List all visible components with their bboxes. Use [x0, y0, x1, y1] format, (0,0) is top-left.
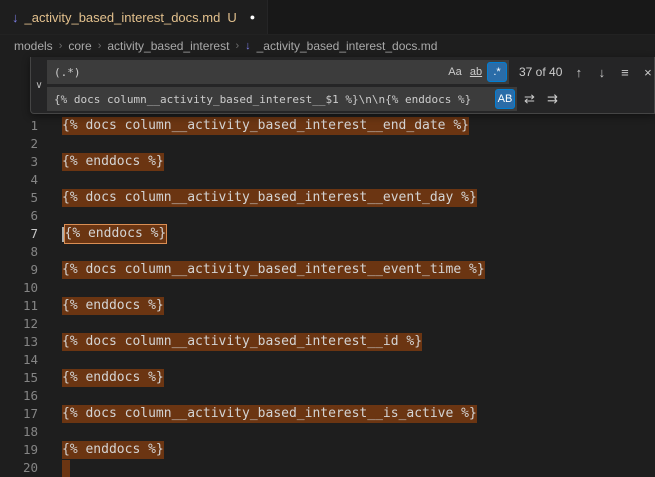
replace-button[interactable]: ⇄ [519, 89, 540, 110]
regex-toggle[interactable]: .* [487, 62, 507, 82]
breadcrumb: models › core › activity_based_interest … [0, 35, 655, 57]
tab-title: _activity_based_interest_docs.md [25, 10, 221, 25]
next-match-button[interactable]: ↓ [591, 62, 612, 83]
editor-line[interactable]: 2 [0, 135, 655, 153]
editor-line[interactable]: 18 [0, 423, 655, 441]
editor-tab[interactable]: ↓ _activity_based_interest_docs.md U ● [0, 0, 268, 34]
editor-line[interactable]: 14 [0, 351, 655, 369]
results-count: 37 of 40 [519, 65, 562, 79]
editor-line[interactable]: 10 [0, 279, 655, 297]
editor-line[interactable]: 4 [0, 171, 655, 189]
editor-line[interactable]: 8 [0, 243, 655, 261]
line-number: 6 [0, 207, 38, 225]
search-match: {% docs column__activity_based_interest_… [62, 189, 477, 207]
markdown-file-icon: ↓ [245, 40, 251, 52]
search-match: {% enddocs %} [62, 297, 164, 315]
editor-line[interactable]: 17 {% docs column__activity_based_intere… [0, 405, 655, 423]
line-number: 18 [0, 423, 38, 441]
replace-input[interactable]: {% docs column__activity_based_interest_… [47, 87, 517, 111]
search-match-partial [62, 460, 70, 477]
search-match: {% enddocs %} [62, 369, 164, 387]
breadcrumb-separator: › [235, 40, 239, 52]
chevron-down-icon[interactable]: ∨ [31, 57, 47, 113]
line-number: 5 [0, 189, 38, 207]
line-number: 19 [0, 441, 38, 459]
editor-line[interactable]: 11 {% enddocs %} [0, 297, 655, 315]
whole-word-toggle[interactable]: ab [466, 62, 486, 82]
previous-match-button[interactable]: ↑ [568, 62, 589, 83]
breadcrumb-item-activity-based-interest[interactable]: activity_based_interest [107, 39, 229, 53]
preserve-case-toggle[interactable]: AB [495, 89, 515, 109]
search-match: {% enddocs %} [62, 153, 164, 171]
editor-line[interactable]: 9 {% docs column__activity_based_interes… [0, 261, 655, 279]
line-number: 9 [0, 261, 38, 279]
search-match: {% enddocs %} [62, 441, 164, 459]
line-number: 1 [0, 117, 38, 135]
editor-line[interactable]: 13 {% docs column__activity_based_intere… [0, 333, 655, 351]
editor-line[interactable]: 16 [0, 387, 655, 405]
find-query: (.*) [54, 66, 445, 79]
line-number: 15 [0, 369, 38, 387]
line-number: 10 [0, 279, 38, 297]
find-input[interactable]: (.*) Aa ab .* [47, 60, 509, 84]
replace-value: {% docs column__activity_based_interest_… [54, 93, 495, 106]
search-match: {% docs column__activity_based_interest_… [62, 333, 422, 351]
line-number: 2 [0, 135, 38, 153]
breadcrumb-item-core[interactable]: core [68, 39, 91, 53]
line-number: 16 [0, 387, 38, 405]
line-number: 13 [0, 333, 38, 351]
editor-line[interactable]: 1 {% docs column__activity_based_interes… [0, 117, 655, 135]
tab-bar: ↓ _activity_based_interest_docs.md U ● [0, 0, 655, 35]
line-number: 17 [0, 405, 38, 423]
line-number: 8 [0, 243, 38, 261]
editor-pane[interactable]: ∨ (.*) Aa ab .* 37 of 40 ↑ ↓ ≡ × {% docs… [0, 57, 655, 470]
editor-line[interactable]: 19 {% enddocs %} [0, 441, 655, 459]
git-status-badge: U [227, 10, 236, 25]
line-number: 7 [0, 225, 38, 243]
breadcrumb-separator: › [59, 40, 63, 52]
editor-line[interactable]: 3 {% enddocs %} [0, 153, 655, 171]
unsaved-dot-icon[interactable]: ● [250, 12, 255, 22]
find-in-selection-button[interactable]: ≡ [614, 62, 635, 83]
editor-line[interactable]: 6 [0, 207, 655, 225]
editor-line[interactable]: 15 {% enddocs %} [0, 369, 655, 387]
line-number: 11 [0, 297, 38, 315]
close-icon[interactable]: × [637, 62, 655, 83]
editor-line[interactable]: 12 [0, 315, 655, 333]
search-match: {% docs column__activity_based_interest_… [62, 117, 469, 135]
whole-word-label: ab [470, 66, 482, 78]
editor-line[interactable]: 20 [0, 459, 655, 477]
line-number: 4 [0, 171, 38, 189]
line-number: 3 [0, 153, 38, 171]
current-search-match: {% enddocs %} [65, 225, 167, 243]
match-case-toggle[interactable]: Aa [445, 62, 465, 82]
search-match: {% docs column__activity_based_interest_… [62, 261, 485, 279]
markdown-file-icon: ↓ [12, 11, 19, 24]
line-number: 20 [0, 459, 38, 477]
text-cursor [62, 227, 64, 242]
breadcrumb-item-models[interactable]: models [14, 39, 53, 53]
line-number: 12 [0, 315, 38, 333]
line-number: 14 [0, 351, 38, 369]
replace-all-button[interactable]: ⇉ [542, 89, 563, 110]
editor-line-current[interactable]: 7 {% enddocs %} [0, 225, 655, 243]
search-match: {% docs column__activity_based_interest_… [62, 405, 477, 423]
breadcrumb-item-file[interactable]: _activity_based_interest_docs.md [257, 39, 438, 53]
editor-line[interactable]: 5 {% docs column__activity_based_interes… [0, 189, 655, 207]
find-replace-widget: ∨ (.*) Aa ab .* 37 of 40 ↑ ↓ ≡ × {% docs… [30, 57, 655, 114]
breadcrumb-separator: › [98, 40, 102, 52]
code-area[interactable]: 1 {% docs column__activity_based_interes… [0, 117, 655, 477]
